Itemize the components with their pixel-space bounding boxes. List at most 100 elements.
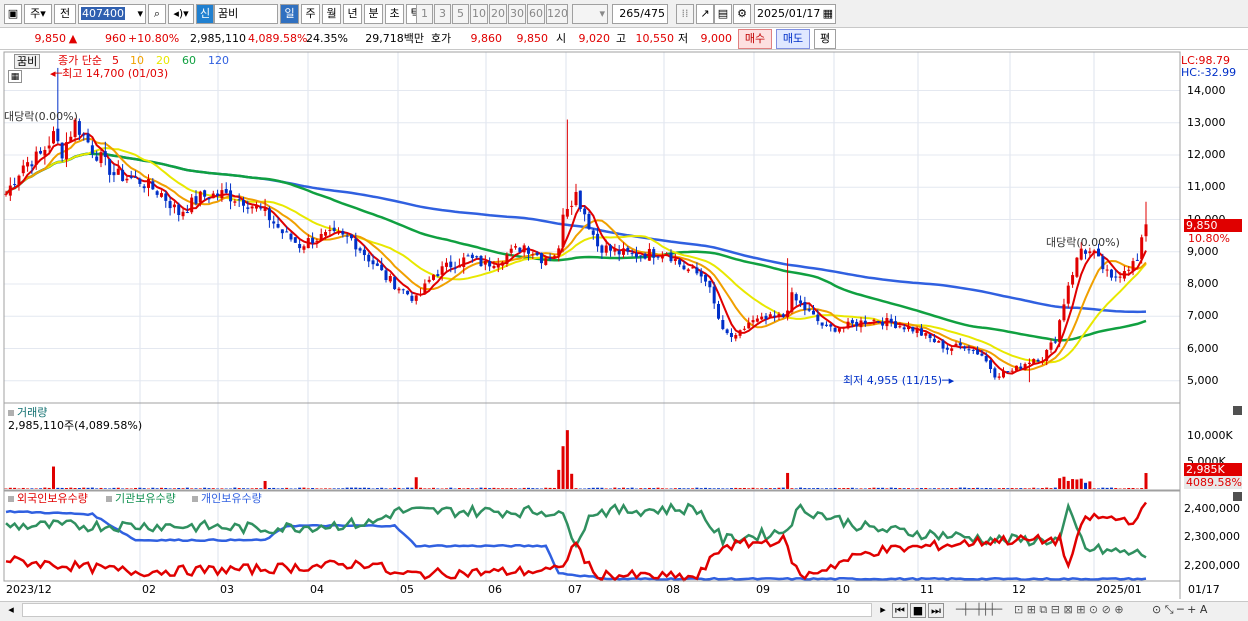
candle-body [596, 233, 600, 247]
candle-body [242, 199, 245, 206]
eval-button[interactable]: 평 [814, 29, 836, 49]
candle-body [544, 258, 548, 265]
volume-bar [237, 488, 241, 489]
close-icon[interactable] [1233, 492, 1242, 501]
count-field[interactable]: 265/475 [612, 4, 668, 24]
period-일[interactable]: 일 [280, 4, 299, 24]
stock-name-field[interactable]: 꿈비 [214, 4, 278, 24]
candle-body [285, 231, 289, 233]
interval-5[interactable]: 5 [452, 4, 469, 24]
volume-bar [362, 487, 366, 489]
interval-10[interactable]: 10 [470, 4, 488, 24]
volume-bar [820, 488, 824, 489]
period-초[interactable]: 초 [385, 4, 404, 24]
hoga-label: 호가 [430, 32, 452, 45]
volume-bar [885, 488, 889, 489]
speaker-icon[interactable]: ◂)▾ [168, 4, 194, 24]
candle-body [915, 329, 919, 333]
period-년[interactable]: 년 [343, 4, 362, 24]
interval-60[interactable]: 60 [527, 4, 545, 24]
candle-body [427, 279, 431, 282]
volume-bar [30, 488, 34, 489]
sell-button[interactable]: 매도 [776, 29, 810, 49]
scroll-right-icon[interactable]: ▸ [876, 601, 890, 619]
candle-body [185, 212, 189, 214]
volume-bar [125, 488, 129, 489]
volume-bar [397, 487, 401, 489]
candle-body [462, 257, 466, 267]
zoom-controls[interactable]: ⊙ ⤡ ─ + A [1152, 601, 1248, 619]
volume-bar [565, 430, 569, 489]
volume-bar [561, 446, 565, 489]
close-icon[interactable] [1233, 406, 1242, 415]
market-type-select[interactable]: 주▾ [24, 4, 52, 24]
interval-1[interactable]: 1 [416, 4, 433, 24]
last-page-icon[interactable]: ⏭ [928, 603, 944, 618]
ma-legend-5: 5 [112, 54, 119, 67]
first-page-icon[interactable]: ⏮ [892, 603, 908, 618]
volume-bar [656, 487, 660, 489]
save-icon[interactable]: ▤ [714, 4, 732, 24]
interval-20[interactable]: 20 [489, 4, 507, 24]
candle-body [302, 246, 306, 250]
volume-bar [1084, 482, 1088, 489]
candle-body [190, 197, 194, 213]
candle-body [773, 315, 777, 317]
candle-body [660, 255, 664, 259]
price-tick-label: 14,000 [1187, 83, 1226, 97]
candle-body [514, 246, 518, 248]
search-icon[interactable]: ⌕ [148, 4, 166, 24]
volume-bar [881, 487, 885, 489]
zoom-slider[interactable]: ─┼─┼┼┼─ [948, 601, 1010, 619]
candle-body [56, 128, 60, 142]
volume-bar [406, 487, 410, 489]
volume-bar [1053, 487, 1057, 489]
candle-body [932, 338, 936, 343]
volume-bar [699, 488, 703, 489]
volume-bar [121, 488, 125, 489]
buy-button[interactable]: 매수 [738, 29, 772, 49]
stock-chart[interactable] [0, 50, 1248, 601]
candle-body [898, 326, 902, 328]
interval-30[interactable]: 30 [508, 4, 526, 24]
stop-icon[interactable]: ■ [910, 603, 926, 618]
chart-tool-icon[interactable]: ↗ [696, 4, 714, 24]
candle-body [1097, 248, 1100, 257]
candle-body [717, 303, 720, 319]
candle-body [859, 320, 863, 328]
window-icon[interactable]: ▣ [4, 4, 22, 24]
candle-body [1002, 371, 1005, 378]
period-월[interactable]: 월 [322, 4, 341, 24]
interval-3[interactable]: 3 [434, 4, 451, 24]
volume-bar [263, 480, 267, 489]
candle-body [358, 248, 362, 251]
volume-bar [289, 488, 293, 489]
candle-body [989, 360, 993, 370]
date-field[interactable]: 2025/01/17 ▦ [754, 4, 836, 24]
jeon-button[interactable]: 전 [54, 4, 76, 24]
stock-code-input[interactable]: 407400 ▾ [78, 4, 146, 24]
volume-bar [747, 488, 751, 489]
candle-body [1118, 276, 1122, 278]
period-주[interactable]: 주 [301, 4, 320, 24]
horizontal-scrollbar[interactable] [22, 603, 872, 617]
candle-body [4, 193, 8, 195]
chart-tools-icons[interactable]: ⊡ ⊞ ⧉ ⊟ ⊠ ⊞ ⊙ ⊘ ⊕ [1014, 601, 1144, 619]
grid-icon[interactable]: ⁞⁞ [676, 4, 694, 24]
period-select[interactable]: ▾ [572, 4, 608, 24]
candle-body [522, 245, 526, 253]
volume-bar [911, 488, 915, 489]
candle-body [259, 207, 263, 209]
candle-body [449, 261, 453, 268]
price-tick-label: 5,000 [1187, 373, 1219, 387]
period-분[interactable]: 분 [364, 4, 383, 24]
scroll-left-icon[interactable]: ◂ [4, 601, 18, 619]
candle-body [609, 245, 613, 251]
gear-icon[interactable]: ⚙ [733, 4, 751, 24]
candle-body [695, 267, 699, 274]
candle-body [311, 237, 315, 244]
interval-120[interactable]: 120 [546, 4, 568, 24]
table-icon[interactable]: ▦ [8, 70, 22, 83]
volume-bar [1109, 487, 1113, 489]
volume-bar [315, 488, 319, 489]
